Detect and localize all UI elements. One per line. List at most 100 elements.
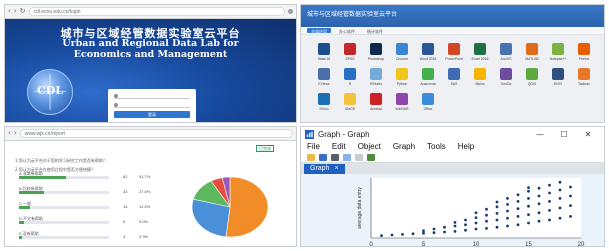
app-tile[interactable]: ENVI <box>545 68 571 86</box>
app-tile[interactable]: Stata 16 <box>311 43 337 61</box>
address-bar[interactable]: cdl.ecnu.edu.cn/login <box>28 7 285 16</box>
app-tile[interactable]: WinRAR <box>389 93 415 111</box>
app-icon <box>526 43 538 55</box>
app-tile[interactable]: ArcGIS <box>493 43 519 61</box>
scatter-point <box>558 216 562 220</box>
scatter-point <box>516 193 520 197</box>
app-tile[interactable]: Acrobat <box>363 93 389 111</box>
app-icon <box>344 93 356 105</box>
scatter-point <box>485 207 488 211</box>
x-tick-label: 20 <box>578 242 585 247</box>
scatter-point <box>495 205 499 209</box>
app-icon <box>422 68 434 80</box>
forward-icon[interactable]: › <box>14 8 17 15</box>
back-icon[interactable]: ‹ <box>8 130 11 137</box>
app-tile[interactable]: Python <box>389 68 415 86</box>
menu-graph[interactable]: Graph <box>393 142 415 151</box>
scatter-point <box>506 209 509 213</box>
x-tick-label: 5 <box>422 242 426 247</box>
app-icon <box>474 43 486 55</box>
reload-icon[interactable]: ↻ <box>20 8 26 15</box>
copy-icon[interactable] <box>343 153 351 161</box>
menu-file[interactable]: File <box>307 142 320 151</box>
print-icon[interactable] <box>331 153 339 161</box>
launcher-header: 城市与区域经管数据实验室云平台 <box>301 5 604 27</box>
close-button[interactable]: ✕ <box>576 130 600 139</box>
back-icon[interactable]: ‹ <box>8 8 11 15</box>
app-tile[interactable]: NVivo <box>311 93 337 111</box>
save-icon[interactable] <box>319 153 327 161</box>
scatter-point <box>495 218 499 222</box>
menu-edit[interactable]: Edit <box>332 142 346 151</box>
scatter-point <box>485 213 488 217</box>
tab-graph[interactable]: Graph × <box>304 164 345 174</box>
app-tile[interactable]: Photoshop <box>363 43 389 61</box>
app-tile[interactable]: R <box>337 68 363 86</box>
x-tick-label: 10 <box>473 242 480 247</box>
x-tick-label: 15 <box>525 242 532 247</box>
app-tile[interactable]: Office <box>415 93 441 111</box>
maximize-button[interactable]: ☐ <box>552 130 576 139</box>
app-label: Stata 16 <box>317 57 331 61</box>
scatter-point <box>558 180 562 184</box>
login-button[interactable]: 登录 <box>114 111 190 118</box>
app-label: Tableau <box>578 82 590 86</box>
menu-object[interactable]: Object <box>358 142 381 151</box>
app-tile[interactable]: Word 2016 <box>415 43 441 61</box>
app-tile[interactable]: SAS <box>441 68 467 86</box>
scatter-point <box>411 232 415 236</box>
forward-icon[interactable]: › <box>14 130 17 137</box>
app-tile[interactable]: QGIS <box>519 68 545 86</box>
app-tile[interactable]: Anaconda <box>415 68 441 86</box>
app-tile[interactable]: Chrome <box>389 43 415 61</box>
app-tile[interactable]: Notepad++ <box>545 43 571 61</box>
app-label: SAS <box>450 82 458 86</box>
app-icon <box>370 68 382 80</box>
app-tile[interactable]: AMOS <box>337 93 363 111</box>
menu-icon[interactable] <box>288 9 293 14</box>
app-tile[interactable]: RStudio <box>363 68 389 86</box>
app-icon <box>344 43 356 55</box>
tab-all-apps[interactable]: 全部应用 <box>307 28 331 34</box>
app-tile[interactable]: GeoDa <box>493 68 519 86</box>
app-label: PowerPoint <box>445 57 463 61</box>
menu-help[interactable]: Help <box>458 142 474 151</box>
scatter-point <box>558 197 562 200</box>
tab-office[interactable]: 办公软件 <box>335 28 359 34</box>
username-field[interactable] <box>114 93 190 99</box>
y-axis-label: average data entry <box>357 187 363 229</box>
play-icon[interactable] <box>367 153 375 161</box>
survey-option-bar <box>19 176 66 179</box>
app-tile[interactable]: MATLAB <box>519 43 545 61</box>
menu-tools[interactable]: Tools <box>427 142 446 151</box>
app-tile[interactable]: Excel 2016 <box>467 43 493 61</box>
app-icon <box>422 93 434 105</box>
scatter-point <box>569 194 572 198</box>
app-tile[interactable]: Firefox <box>571 43 597 61</box>
scatter-point <box>516 200 520 203</box>
app-tile[interactable]: SPSS <box>337 43 363 61</box>
survey-address-bar[interactable]: www.wjx.cn/report <box>19 129 293 138</box>
app-tile[interactable]: Mplus <box>467 68 493 86</box>
app-icon <box>370 43 382 55</box>
app-tile[interactable]: EViews <box>311 68 337 86</box>
app-icon <box>474 68 486 80</box>
app-icon <box>500 43 512 55</box>
survey-option-row: B.比较有帮助 33 27.5% <box>19 186 155 196</box>
graph-plot-area: 0 5 10 15 20 average data entry <box>301 174 604 247</box>
app-tile[interactable]: Tableau <box>571 68 597 86</box>
app-tile[interactable]: PowerPoint <box>441 43 467 61</box>
edit-icon[interactable] <box>355 153 363 161</box>
app-icon <box>552 68 564 80</box>
app-label: QGIS <box>527 82 537 86</box>
tab-close-icon[interactable]: × <box>334 164 338 174</box>
app-icon <box>396 43 408 55</box>
password-field[interactable] <box>114 102 190 108</box>
minimize-button[interactable]: — <box>528 130 552 139</box>
tab-statistics[interactable]: 统计软件 <box>363 28 387 34</box>
scatter-point <box>569 204 572 207</box>
app-label: Mplus <box>475 82 485 86</box>
scatter-point <box>464 223 467 227</box>
open-icon[interactable] <box>307 153 315 161</box>
scatter-point <box>453 230 457 233</box>
